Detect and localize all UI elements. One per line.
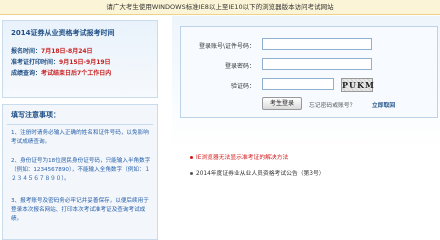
notes-divider	[7, 124, 153, 125]
password-label: 登录密码：	[224, 63, 255, 70]
note-item: 3、报考账号及密码务必牢记并妥善保存，以便后续用于登录本次报名网站、打印本次考试…	[11, 198, 149, 222]
exam-schedule-box: 2014证券从业资格考试报考时间 报名时间：7月18日-8月24日 准考证打印时…	[2, 20, 158, 98]
captcha-label: 验证码：	[230, 83, 255, 90]
news-item-label: IE浏览器无法显示准考证的解决方法	[196, 155, 289, 161]
forgot-password-text: 忘记密码或账号？	[309, 103, 356, 109]
password-input[interactable]	[262, 58, 372, 70]
schedule-row-score-query: 成绩查询：考试结束日后7个工作日内	[11, 68, 111, 77]
left-info-panel: 2014证券从业资格考试报考时间 报名时间：7月18日-8月24日 准考证打印时…	[0, 16, 170, 240]
account-label: 登录账号\证件号码：	[198, 43, 255, 50]
schedule-value: 7月18日-8月24日	[41, 48, 93, 55]
right-login-panel: 登录账号\证件号码： 登录密码： 验证码： PUKM 考生登录 忘记密码或账号？…	[172, 16, 440, 240]
schedule-value: 9月15日-9月19日	[59, 59, 111, 66]
schedule-row-registration: 报名时间：7月18日-8月24日	[11, 46, 93, 55]
browser-notice-banner: 请广大考生使用WINDOWS标准IE8以上至IE10以下的浏览器版本访问考试网站	[0, 0, 440, 15]
login-button[interactable]: 考生登录	[262, 97, 302, 110]
news-item-ie-fix[interactable]: IE浏览器无法显示准考证的解决方法	[190, 152, 288, 161]
notes-box: 填写注意事项： 1、注册时请务必输入正确的姓名和证件号码，以免影响考试成绩查询。…	[2, 104, 158, 240]
captcha-input[interactable]	[262, 78, 334, 90]
schedule-row-admission-ticket: 准考证打印时间：9月15日-9月19日	[11, 57, 111, 66]
news-item-label: 2014年度证券业从业人员资格考试公告（第3号）	[196, 171, 325, 177]
news-item-announcement[interactable]: 2014年度证券业从业人员资格考试公告（第3号）	[190, 168, 325, 177]
notes-title: 填写注意事项：	[11, 111, 60, 119]
schedule-label: 准考证打印时间：	[11, 59, 60, 66]
bullet-icon	[190, 172, 193, 175]
retrieve-now-link[interactable]: 立即取回	[372, 100, 395, 109]
schedule-label: 成绩查询：	[11, 70, 42, 77]
note-item: 1、注册时请务必输入正确的姓名和证件号码，以免影响考试成绩查询。	[11, 130, 149, 145]
captcha-image[interactable]: PUKM	[341, 78, 374, 92]
bullet-icon	[190, 156, 193, 159]
schedule-value: 考试结束日后7个工作日内	[41, 70, 112, 77]
news-list: IE浏览器无法显示准考证的解决方法 2014年度证券业从业人员资格考试公告（第3…	[180, 144, 438, 194]
exam-schedule-title: 2014证券从业资格考试报考时间	[11, 29, 115, 37]
note-item: 2、身份证号为18位居民身份证号码，只能输入半角数字（例如：1234567890…	[11, 158, 151, 182]
login-form: 登录账号\证件号码： 登录密码： 验证码： PUKM 考生登录 忘记密码或账号？…	[180, 26, 438, 118]
schedule-label: 报名时间：	[11, 48, 42, 55]
account-input[interactable]	[262, 38, 372, 50]
